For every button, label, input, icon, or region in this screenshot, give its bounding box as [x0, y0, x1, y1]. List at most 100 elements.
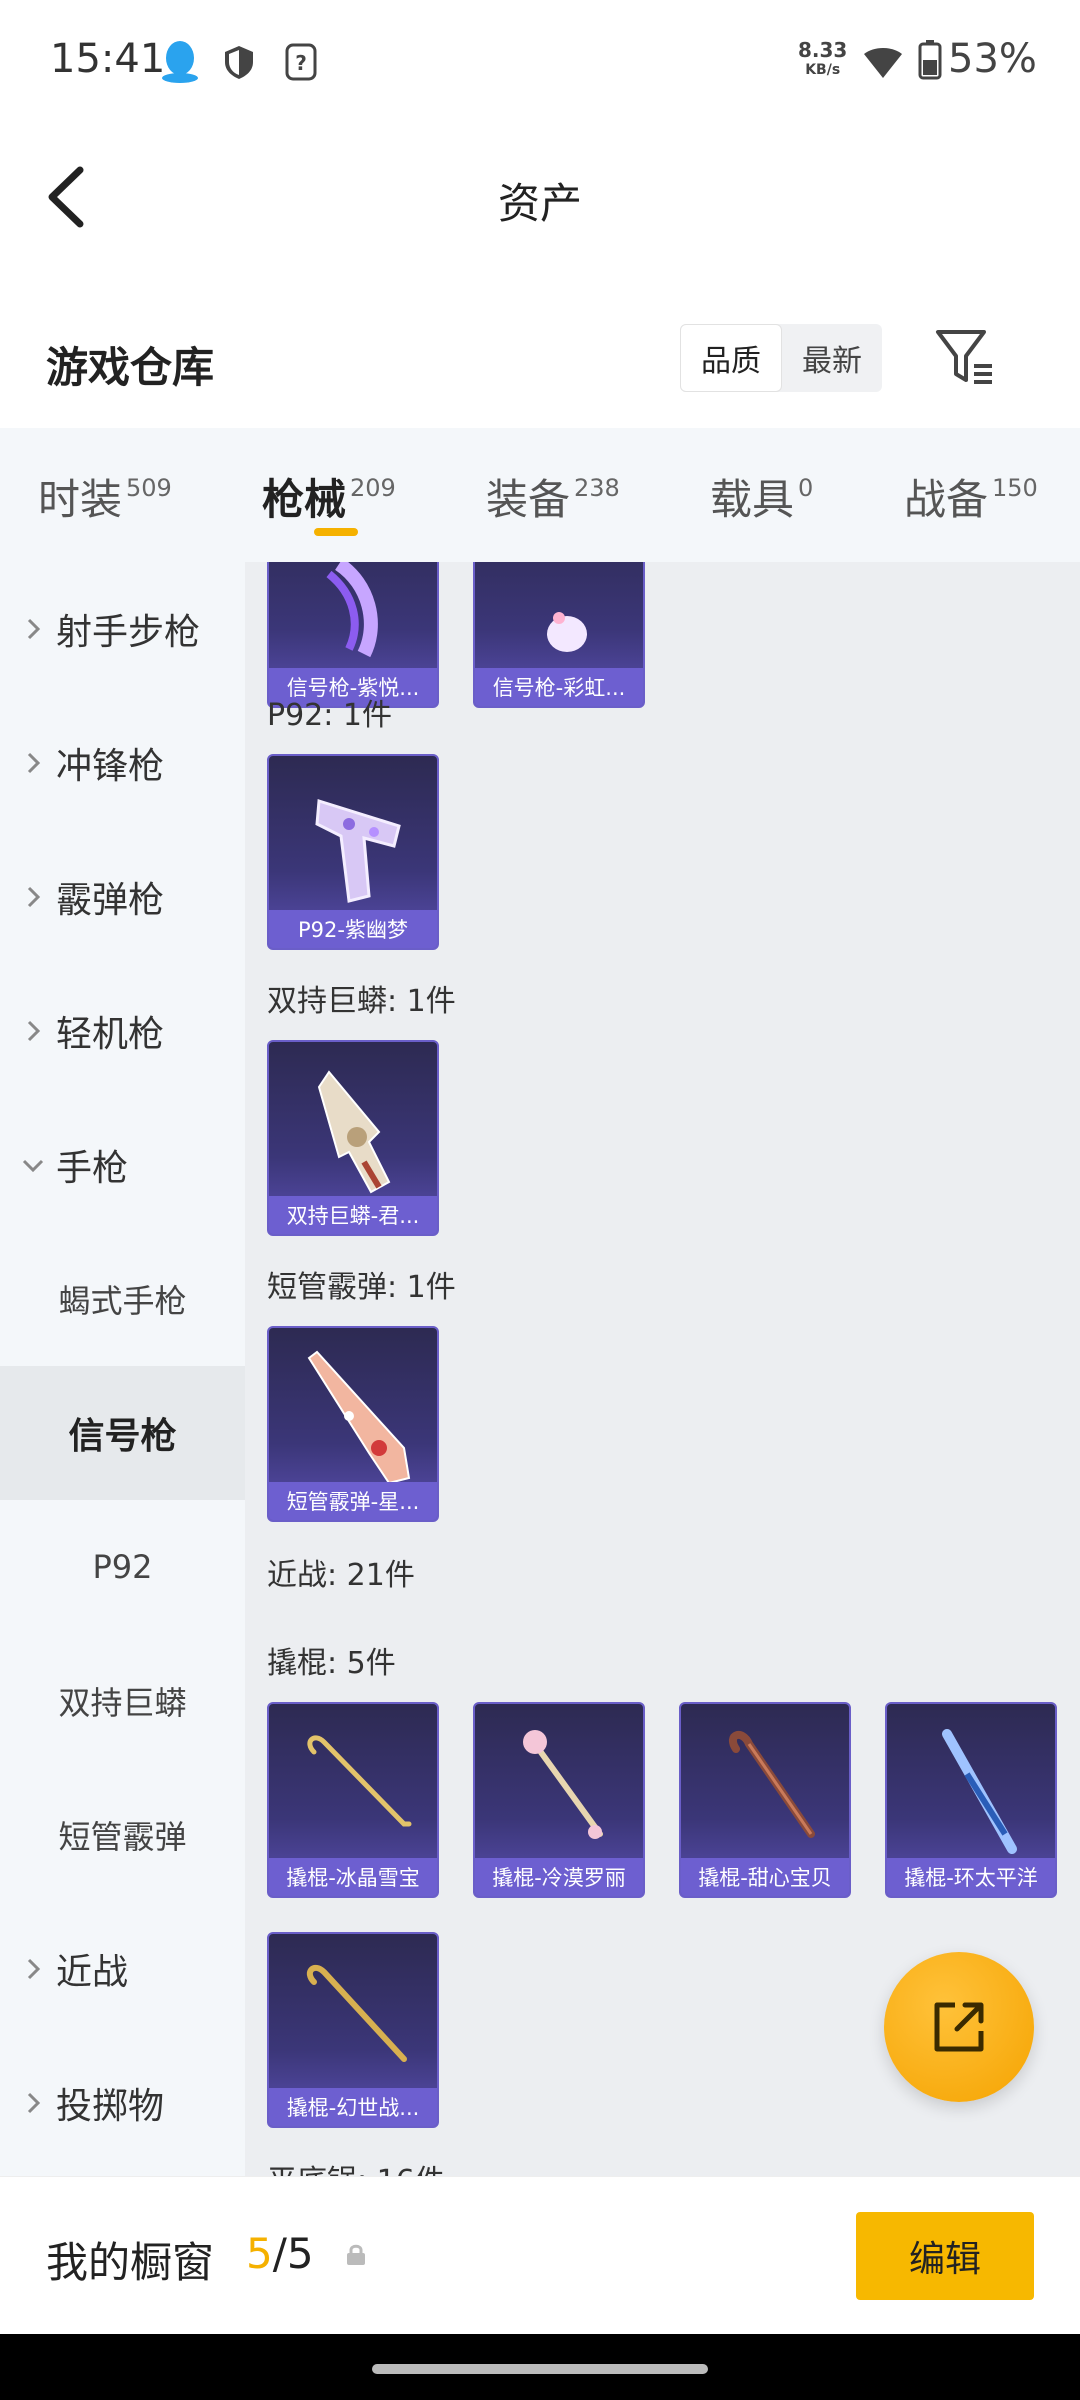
net-speed-value: 8.33 [798, 38, 848, 62]
home-handle[interactable] [372, 2364, 708, 2374]
tab-label: 装备 [486, 475, 571, 524]
item-card[interactable]: 双持巨蟒-君... [267, 1040, 439, 1236]
item-card[interactable]: 信号枪-彩虹... [473, 562, 645, 708]
tab-count: 238 [574, 474, 620, 502]
item-name: 撬棍-甜心宝贝 [681, 1858, 849, 1896]
sidebar-item-label: 冲锋枪 [56, 746, 165, 787]
item-name: 撬棍-冷漠罗丽 [475, 1858, 643, 1896]
sidebar-item-shotgun[interactable]: 霰弹枪 [0, 830, 245, 964]
group-label-frying-pan: 平底锅: 16件 [267, 2156, 445, 2176]
sidebar-item-label: 射手步枪 [56, 612, 201, 653]
item-card[interactable]: 撬棍-冷漠罗丽 [473, 1702, 645, 1898]
sidebar-item-label: 蝎式手枪 [58, 1282, 187, 1320]
item-name: 信号枪-彩虹... [475, 668, 643, 706]
sidebar: 射手步枪 冲锋枪 霰弹枪 轻机枪 手枪 蝎式手枪 信号枪 P92 双持巨蟒 短管… [0, 562, 245, 2176]
sidebar-item-melee[interactable]: 近战 [0, 1902, 245, 2036]
group-label-dual-python: 双持巨蟒: 1件 [267, 984, 456, 1019]
item-card[interactable]: 撬棍-幻世战... [267, 1932, 439, 2128]
qq-icon [160, 40, 200, 88]
sort-toggle: 品质 最新 [680, 324, 882, 392]
tab-firearms[interactable]: 枪械 209 [262, 466, 396, 527]
status-time: 15:41 [50, 36, 166, 82]
tab-label: 载具 [710, 475, 795, 524]
shield-icon [222, 44, 256, 84]
tab-count: 209 [350, 474, 396, 502]
status-bar: 15:41 ? 8.33 KB/s 53% [0, 0, 1080, 120]
sidebar-item-label: 投掷物 [56, 2086, 165, 2127]
tab-label: 时装 [38, 475, 123, 524]
sidebar-item-marksman-rifle[interactable]: 射手步枪 [0, 562, 245, 696]
warehouse-title: 游戏仓库 [46, 343, 215, 392]
item-name: 撬棍-幻世战... [269, 2088, 437, 2126]
chevron-right-icon [27, 886, 41, 908]
sidebar-item-label: P92 [92, 1548, 153, 1586]
tab-label: 战备 [904, 475, 989, 524]
tab-count: 0 [798, 474, 814, 502]
page-title: 资产 [497, 179, 582, 228]
sidebar-item-pistol[interactable]: 手枪 [0, 1098, 245, 1232]
share-button[interactable] [884, 1952, 1034, 2102]
net-speed-unit: KB/s [805, 62, 841, 78]
item-name: 双持巨蟒-君... [269, 1196, 437, 1234]
question-icon: ? [284, 42, 318, 86]
sidebar-item-label: 轻机枪 [56, 1014, 165, 1055]
item-card[interactable]: P92-紫幽梦 [267, 754, 439, 950]
filter-button[interactable] [932, 324, 998, 390]
sidebar-item-lmg[interactable]: 轻机枪 [0, 964, 245, 1098]
sidebar-item-label: 近战 [56, 1952, 129, 1993]
sidebar-subitem-p92[interactable]: P92 [0, 1500, 245, 1634]
item-card[interactable]: 撬棍-冰晶雪宝 [267, 1702, 439, 1898]
tab-equipment[interactable]: 装备 238 [486, 466, 620, 527]
category-tabs: 时装 509 枪械 209 装备 238 载具 0 战备 150 [0, 428, 1080, 562]
tab-count: 150 [992, 474, 1038, 502]
item-grid: 信号枪-紫悦... 信号枪-彩虹... P92: 1件 P92-紫幽梦 双持巨蟒… [245, 562, 1080, 2176]
sidebar-item-label: 双持巨蟒 [58, 1684, 187, 1722]
chevron-right-icon [27, 1020, 41, 1042]
item-card[interactable]: 撬棍-环太平洋 [885, 1702, 1057, 1898]
net-speed: 8.33 KB/s [798, 40, 847, 80]
sidebar-item-label: 手枪 [56, 1148, 129, 1189]
tab-label: 枪械 [262, 475, 347, 524]
filter-icon [936, 330, 992, 384]
sidebar-item-label: 霰弹枪 [56, 880, 165, 921]
svg-text:?: ? [295, 51, 307, 75]
item-card[interactable]: 撬棍-甜心宝贝 [679, 1702, 851, 1898]
sidebar-subitem-flare-gun[interactable]: 信号枪 [0, 1366, 245, 1500]
item-card[interactable]: 信号枪-紫悦... [267, 562, 439, 708]
showcase-count-current: 5 [246, 2229, 273, 2278]
tab-fashion[interactable]: 时装 509 [38, 466, 172, 527]
showcase-title: 我的橱窗 [46, 2238, 215, 2287]
sidebar-subitem-scorpion[interactable]: 蝎式手枪 [0, 1232, 245, 1366]
item-name: 短管霰弹-星... [269, 1482, 437, 1520]
chevron-right-icon [27, 2092, 41, 2114]
sort-option-newest[interactable]: 最新 [782, 324, 882, 392]
item-name: P92-紫幽梦 [269, 910, 437, 948]
showcase-bar: 我的橱窗 5/5 编辑 [0, 2176, 1080, 2334]
active-tab-indicator [314, 528, 358, 536]
group-label-crowbar: 撬棍: 5件 [267, 1646, 396, 1681]
sidebar-subitem-dual-python[interactable]: 双持巨蟒 [0, 1634, 245, 1768]
sidebar-subitem-sawed-off[interactable]: 短管霰弹 [0, 1768, 245, 1902]
chevron-right-icon [27, 752, 41, 774]
group-label-sawed-off: 短管霰弹: 1件 [267, 1270, 456, 1305]
battery-icon [918, 40, 942, 84]
chevron-right-icon [27, 618, 41, 640]
share-icon [934, 2002, 984, 2052]
sidebar-item-throwables[interactable]: 投掷物 [0, 2036, 245, 2170]
group-label-melee: 近战: 21件 [267, 1558, 415, 1593]
tab-count: 509 [126, 474, 172, 502]
tab-vehicles[interactable]: 载具 0 [710, 466, 813, 527]
sort-option-quality[interactable]: 品质 [680, 324, 782, 392]
sidebar-item-label: 短管霰弹 [58, 1818, 187, 1856]
item-card[interactable]: 短管霰弹-星... [267, 1326, 439, 1522]
wifi-icon [862, 44, 904, 84]
showcase-count-total: /5 [272, 2229, 314, 2278]
tab-supplies[interactable]: 战备 150 [904, 466, 1038, 527]
sidebar-item-smg[interactable]: 冲锋枪 [0, 696, 245, 830]
item-name: 撬棍-冰晶雪宝 [269, 1858, 437, 1896]
edit-button[interactable]: 编辑 [856, 2212, 1034, 2300]
chevron-down-icon [22, 1159, 44, 1173]
lock-icon [344, 2243, 368, 2271]
item-name: 撬棍-环太平洋 [887, 1858, 1055, 1896]
battery-percent: 53% [948, 36, 1037, 82]
